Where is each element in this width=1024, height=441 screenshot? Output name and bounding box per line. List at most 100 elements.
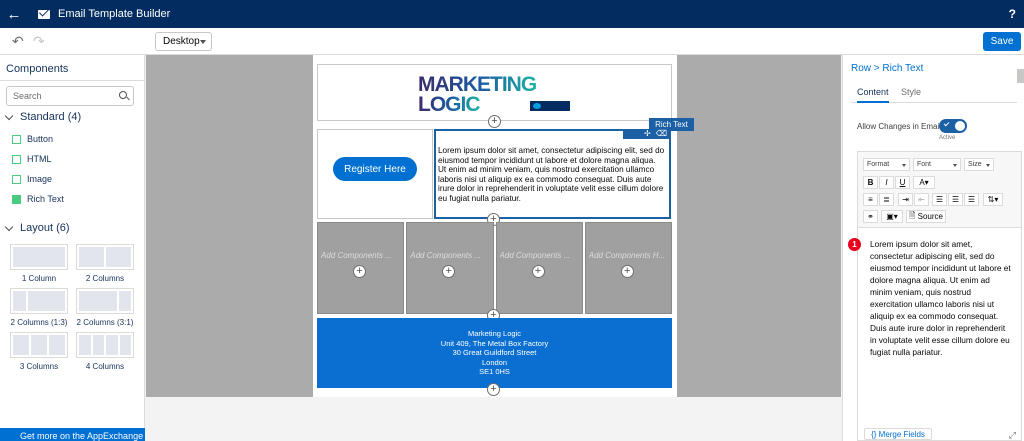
add-component-icon[interactable]: + — [531, 265, 545, 278]
column-placeholder: Add Components H... — [588, 251, 666, 260]
size-select[interactable]: Size — [964, 158, 994, 171]
merge-fields-button[interactable]: {} Merge Fields — [864, 428, 932, 440]
layout-2-columns[interactable]: 2 Columns — [76, 244, 134, 283]
layout-thumbnail — [76, 244, 134, 270]
section-layout[interactable]: Layout (6) — [4, 222, 70, 234]
chevron-down-icon — [953, 164, 957, 167]
component-rich-text[interactable]: Rich Text — [12, 194, 64, 204]
allow-changes-toggle[interactable] — [939, 119, 967, 133]
marketing-logic-logo: MARKETING LOGIC — [418, 73, 570, 113]
help-icon[interactable]: ? — [1009, 7, 1016, 21]
footer-address[interactable]: Marketing Logic Unit 409, The Metal Box … — [317, 318, 672, 388]
layout-3-columns[interactable]: 3 Columns — [10, 332, 68, 371]
undo-icon[interactable]: ↶ — [12, 33, 24, 50]
button-component-icon — [12, 134, 21, 144]
search-icon — [119, 91, 127, 99]
collapse-handle[interactable] — [1017, 69, 1024, 83]
device-select[interactable]: Desktop — [155, 32, 212, 51]
numbered-list-icon[interactable]: ≣ — [879, 193, 894, 206]
breadcrumb[interactable]: Row > Rich Text — [851, 63, 923, 74]
component-button[interactable]: Button — [12, 134, 53, 144]
back-arrow-icon[interactable]: ← — [0, 0, 28, 28]
rich-text-cell[interactable]: Rich Text ✢ ⌫ Lorem ipsum dolor sit amet… — [434, 118, 694, 219]
add-row-icon[interactable]: + — [487, 383, 500, 396]
format-select[interactable]: Format — [863, 158, 910, 171]
column-cell[interactable]: Add Components ... + — [406, 222, 494, 314]
components-title: Components — [6, 63, 69, 75]
indent-icon[interactable]: ⇥ — [898, 193, 913, 206]
properties-panel: Row > Rich Text Content Style Allow Chan… — [842, 55, 1024, 441]
link-icon[interactable]: ⚭ — [863, 210, 878, 223]
button-cell[interactable]: Register Here — [317, 129, 433, 219]
bold-icon[interactable]: B — [863, 176, 878, 189]
layout-label: 2 Columns (3:1) — [76, 318, 134, 327]
search-input[interactable]: Search — [6, 86, 134, 106]
error-badge: 1 — [848, 238, 861, 251]
merge-fields-label: Merge Fields — [878, 429, 925, 439]
redo-icon[interactable]: ↷ — [33, 33, 45, 50]
allow-changes-label: Allow Changes in Email — [857, 122, 942, 131]
chevron-down-icon — [986, 164, 990, 167]
text-color-icon[interactable]: A▾ — [913, 176, 935, 189]
component-image[interactable]: Image — [12, 174, 52, 184]
font-select[interactable]: Font — [913, 158, 961, 171]
column-cell[interactable]: Add Components ... + — [317, 222, 405, 314]
tab-style[interactable]: Style — [901, 87, 921, 101]
component-html[interactable]: HTML — [12, 154, 52, 164]
chevron-down-icon — [4, 222, 14, 231]
layout-thumbnail — [76, 332, 134, 358]
app-title: Email Template Builder — [58, 8, 171, 20]
column-cell[interactable]: Add Components H... + — [584, 222, 672, 314]
column-cell[interactable]: Add Components ... + — [495, 222, 583, 314]
align-center-icon[interactable]: ☰ — [948, 193, 963, 206]
trash-icon[interactable]: ⌫ — [656, 129, 667, 139]
layout-label: 3 Columns — [19, 362, 59, 371]
line-height-icon[interactable]: ⇅▾ — [983, 193, 1003, 206]
layout-4-columns[interactable]: 4 Columns — [76, 332, 134, 371]
add-row-icon[interactable]: + — [488, 115, 501, 128]
logo-text-line2: LOGIC — [418, 93, 480, 113]
source-button[interactable]: 🗎 Source — [906, 210, 946, 223]
merge-icon: {} — [871, 429, 879, 439]
outdent-icon[interactable]: ⇤ — [914, 193, 929, 206]
properties-tabs: Content Style — [851, 87, 1017, 103]
rich-text-editor: Format Font Size B I U A▾ ≡ ≣ ⇥ ⇤ ☰ ☰ ☰ … — [848, 151, 1022, 441]
envelope-icon — [38, 9, 50, 19]
logo-row[interactable]: MARKETING LOGIC + — [317, 64, 672, 128]
column-placeholder: Add Components ... — [499, 251, 571, 260]
bullet-list-icon[interactable]: ≡ — [863, 193, 878, 206]
layout-thumbnail — [76, 288, 134, 314]
add-component-icon[interactable]: + — [442, 265, 456, 278]
component-label: HTML — [27, 154, 52, 164]
builder-canvas: MARKETING LOGIC + Register Here Rich Tex… — [146, 55, 841, 441]
layout-thumbnail — [10, 332, 68, 358]
editor-content[interactable]: Lorem ipsum dolor sit amet, consectetur … — [870, 238, 1012, 358]
italic-icon[interactable]: I — [879, 176, 894, 189]
footer-line: 30 Great Guildford Street — [452, 348, 537, 357]
layout-2-columns-3-1[interactable]: 2 Columns (3:1) — [76, 288, 134, 327]
rich-text-actions: ✢ ⌫ — [623, 129, 671, 139]
source-icon: 🗎 — [908, 210, 918, 220]
register-here-button[interactable]: Register Here — [333, 157, 417, 181]
column-placeholder: Add Components ... — [410, 251, 481, 260]
layout-1-column[interactable]: 1 Column — [10, 244, 68, 283]
image-insert-icon[interactable]: ▣▾ — [881, 210, 903, 223]
align-left-icon[interactable]: ☰ — [932, 193, 947, 206]
device-select-value: Desktop — [163, 36, 200, 47]
appexchange-button[interactable]: Get more on the AppExchange — [0, 428, 145, 441]
move-icon[interactable]: ✢ — [644, 129, 651, 139]
add-component-icon[interactable]: + — [620, 265, 634, 278]
expand-icon[interactable]: ⤢ — [1009, 430, 1016, 441]
tab-content[interactable]: Content — [857, 87, 889, 103]
underline-icon[interactable]: U — [895, 176, 910, 189]
section-standard[interactable]: Standard (4) — [4, 111, 81, 123]
layout-label: 2 Columns (1:3) — [10, 318, 68, 327]
align-right-icon[interactable]: ☰ — [964, 193, 979, 206]
layout-2-columns-1-3[interactable]: 2 Columns (1:3) — [10, 288, 68, 327]
footer-line: London — [481, 357, 508, 367]
layout-label: 1 Column — [21, 274, 57, 283]
four-column-row: Add Components ... + Add Components ... … — [317, 222, 672, 314]
add-component-icon[interactable]: + — [353, 265, 366, 278]
email-preview: MARKETING LOGIC + Register Here Rich Tex… — [313, 55, 694, 397]
save-button[interactable]: Save — [983, 32, 1021, 51]
